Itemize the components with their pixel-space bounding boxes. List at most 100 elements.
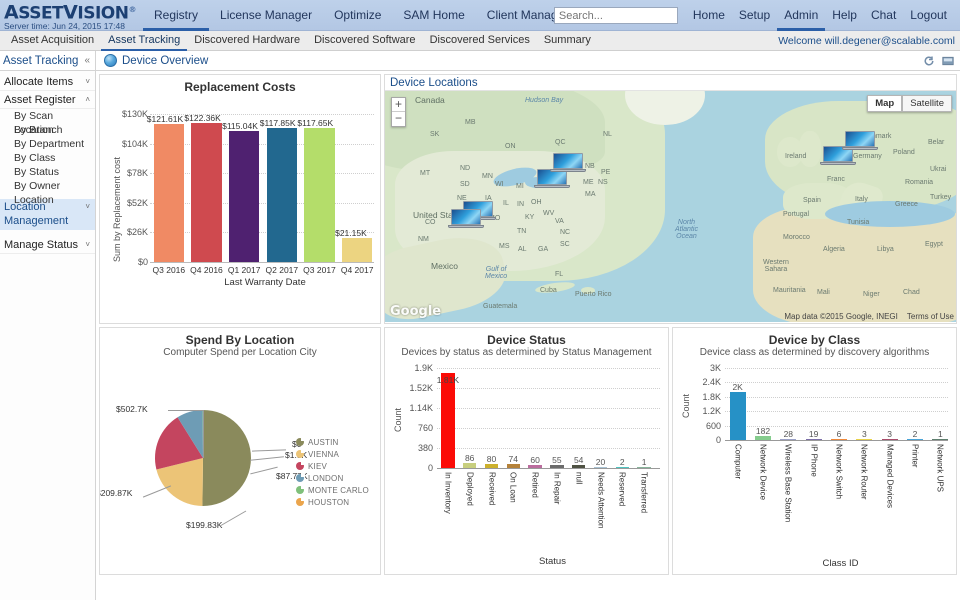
satellite-view-button[interactable]: Satellite — [902, 95, 952, 112]
map-zoom-controls[interactable]: + − — [391, 97, 406, 127]
map-label: ON — [505, 143, 516, 150]
device-locations-panel: Device Locations + − Map Satellite Googl… — [384, 74, 957, 324]
sidebar-item-by-department[interactable]: By Department — [0, 137, 95, 151]
bar-value-label: 3 — [887, 428, 893, 439]
map-view-button[interactable]: Map — [867, 95, 903, 112]
bar-4[interactable] — [831, 438, 847, 440]
bar-9[interactable] — [637, 466, 651, 468]
nav-item-registry[interactable]: Registry — [143, 0, 210, 31]
bar-2[interactable] — [229, 131, 260, 262]
bar-3[interactable] — [506, 464, 521, 468]
sidebar-item-by-owner-location[interactable]: By Owner Location — [0, 179, 95, 206]
bar-value-label: $121.61K — [146, 113, 184, 124]
sidebar-item-by-branch[interactable]: By Branch — [0, 123, 95, 137]
chevron-down-icon: ˅ — [85, 202, 90, 211]
x-axis-tick: Network UPS — [935, 444, 945, 493]
bar-1[interactable] — [191, 122, 222, 262]
subnav-item-discovered-hardware[interactable]: Discovered Hardware — [187, 31, 307, 51]
sidebar-item-asset-register[interactable]: Asset Register ˄ — [0, 91, 95, 109]
nav-item-logout[interactable]: Logout — [903, 0, 954, 31]
zoom-out-button[interactable]: − — [392, 112, 405, 126]
bar-value-label: 19 — [808, 428, 819, 439]
device-marker-1[interactable] — [448, 209, 484, 231]
nav-item-help[interactable]: Help — [825, 0, 864, 31]
map-label: MA — [585, 191, 596, 198]
sidebar-item-manage-status[interactable]: Manage Status ˅ — [0, 236, 95, 254]
sidebar-item-allocate-items[interactable]: Allocate Items ˅ — [0, 73, 95, 91]
map-label: Ukrai — [930, 166, 947, 173]
map-label: Belar — [928, 139, 945, 146]
bar-5[interactable] — [342, 237, 373, 262]
bar-0[interactable] — [441, 372, 455, 468]
nav-item-sam-home[interactable]: SAM Home — [392, 0, 475, 31]
map-label: ND — [460, 165, 471, 172]
legend-item-2[interactable]: KIEV — [296, 460, 369, 472]
nav-item-optimize[interactable]: Optimize — [323, 0, 392, 31]
legend-item-4[interactable]: MONTE CARLO — [296, 484, 369, 496]
sidebar-item-by-class[interactable]: By Class — [0, 151, 95, 165]
legend-item-3[interactable]: LONDON — [296, 472, 369, 484]
terms-of-use-link[interactable]: Terms of Use — [907, 312, 954, 321]
map-type-switcher[interactable]: Map Satellite — [867, 95, 952, 112]
bar-1[interactable] — [462, 463, 477, 468]
bar-0[interactable] — [729, 392, 746, 440]
sidebar-item-location-management[interactable]: Location Management ˅ — [0, 199, 95, 230]
subnav-item-discovered-services[interactable]: Discovered Services — [423, 31, 537, 51]
subnav-item-asset-tracking[interactable]: Asset Tracking — [101, 31, 188, 51]
bar-7[interactable] — [907, 438, 923, 440]
nav-item-admin[interactable]: Admin — [777, 0, 826, 31]
bar-3[interactable] — [266, 127, 297, 262]
zoom-in-button[interactable]: + — [392, 98, 405, 112]
search-input[interactable] — [553, 7, 678, 24]
sidebar-item-label: Asset Register — [4, 93, 76, 106]
sidebar-item-by-status[interactable]: By Status — [0, 165, 95, 179]
map-label: IL — [503, 200, 509, 207]
laptop-base-icon — [820, 161, 856, 165]
gridline — [437, 368, 660, 369]
nav-item-setup[interactable]: Setup — [732, 0, 777, 31]
bar-4[interactable] — [528, 464, 542, 468]
bar-2[interactable] — [484, 463, 499, 468]
bar-5[interactable] — [856, 438, 873, 440]
app-logo[interactable]: ASSETVISION® Server time: Jun 24, 2015 1… — [0, 0, 143, 32]
refresh-icon[interactable] — [923, 55, 935, 67]
subnav-item-asset-acquisition[interactable]: Asset Acquisition — [4, 31, 101, 51]
bar-0[interactable] — [153, 123, 184, 262]
x-axis-tick: Deployed — [465, 472, 475, 506]
legend-label: MONTE CARLO — [308, 485, 369, 495]
gridline — [725, 368, 948, 369]
pie-value-label-0: $502.7K — [116, 404, 148, 414]
nav-item-license-manager[interactable]: License Manager — [209, 0, 323, 31]
map-canvas[interactable]: + − Map Satellite Google Map data ©2015 … — [385, 91, 956, 322]
subnav-item-discovered-software[interactable]: Discovered Software — [307, 31, 423, 51]
map-label: Tunisia — [847, 219, 870, 226]
device-marker-5[interactable] — [842, 131, 878, 153]
legend-item-1[interactable]: VIENNA — [296, 448, 369, 460]
dashboard-row-bottom: Spend By Location Computer Spend per Loc… — [99, 327, 957, 575]
bar-8[interactable] — [615, 466, 630, 468]
map-label: Chad — [903, 289, 920, 296]
bar-8[interactable] — [932, 438, 949, 440]
pie-slice-0[interactable] — [202, 410, 252, 506]
device-marker-3[interactable] — [550, 153, 586, 175]
bar-5[interactable] — [550, 465, 564, 468]
page-title: Device Overview — [122, 54, 209, 67]
bar-1[interactable] — [755, 435, 771, 440]
map-label: IN — [517, 201, 524, 208]
legend-item-5[interactable]: HOUSTON — [296, 496, 369, 508]
nav-item-chat[interactable]: Chat — [864, 0, 903, 31]
sidebar-item-by-scan-location[interactable]: By Scan Location — [0, 109, 95, 136]
export-icon[interactable] — [942, 55, 954, 67]
bar-6[interactable] — [881, 438, 898, 440]
map-label: Ireland — [785, 153, 807, 160]
nav-item-home[interactable]: Home — [686, 0, 732, 31]
sidebar-collapse-button[interactable]: « — [84, 55, 90, 66]
legend-item-0[interactable]: AUSTIN — [296, 436, 369, 448]
bar-7[interactable] — [593, 466, 608, 468]
bar-4[interactable] — [304, 128, 335, 262]
bar-2[interactable] — [780, 438, 797, 440]
bar-6[interactable] — [571, 465, 586, 468]
x-axis-tick: Q2 2017 — [265, 265, 299, 275]
bar-3[interactable] — [805, 438, 822, 440]
subnav-item-summary[interactable]: Summary — [537, 31, 598, 51]
